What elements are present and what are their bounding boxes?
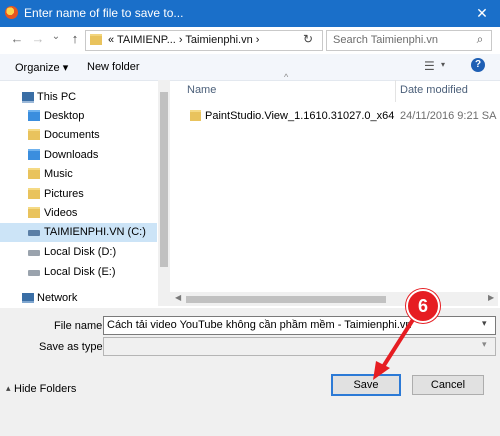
step-number-badge: 6 xyxy=(406,289,440,323)
annotation-arrow xyxy=(373,316,416,380)
